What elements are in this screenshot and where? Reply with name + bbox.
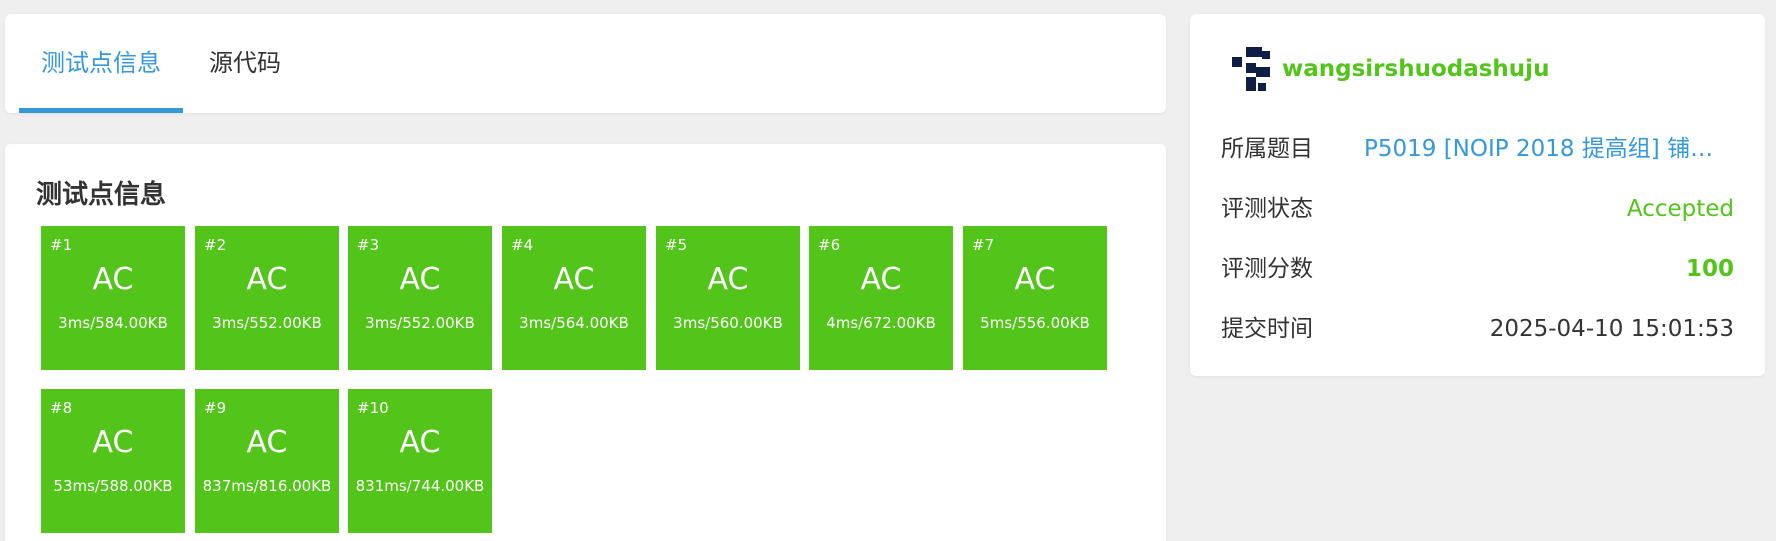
status-value: Accepted [1626, 196, 1734, 222]
testcase-number: #8 [50, 399, 73, 417]
testcase-tile[interactable]: #4 AC 3ms/564.00KB [502, 226, 646, 370]
info-row-submit-time: 提交时间 2025-04-10 15:01:53 [1221, 309, 1734, 349]
submit-time-value: 2025-04-10 15:01:53 [1489, 316, 1734, 342]
testcase-number: #1 [50, 236, 73, 254]
testcases-title: 测试点信息 [36, 180, 167, 210]
testcase-tile[interactable]: #2 AC 3ms/552.00KB [195, 226, 339, 370]
testcase-status: AC [246, 425, 288, 460]
problem-label: 所属题目 [1221, 136, 1313, 162]
tab-source-code[interactable]: 源代码 [209, 14, 281, 113]
testcase-time-memory: 837ms/816.00KB [202, 477, 332, 495]
testcase-status: AC [553, 262, 595, 297]
testcase-tile[interactable]: #1 AC 3ms/584.00KB [41, 226, 185, 370]
testcase-number: #4 [511, 236, 534, 254]
username-link[interactable]: wangsirshuodashuju [1282, 56, 1549, 82]
status-label: 评测状态 [1221, 196, 1313, 222]
testcase-time-memory: 3ms/552.00KB [365, 314, 475, 332]
testcase-tile[interactable]: #7 AC 5ms/556.00KB [963, 226, 1107, 370]
testcase-status: AC [399, 425, 441, 460]
testcase-time-memory: 3ms/564.00KB [519, 314, 629, 332]
testcase-status: AC [860, 262, 902, 297]
score-value: 100 [1685, 256, 1734, 282]
testcase-number: #10 [357, 399, 389, 417]
submission-page: 测试点信息 源代码 测试点信息 #1 AC 3ms/584.00KB #2 AC… [0, 0, 1776, 541]
avatar-icon [1232, 47, 1270, 91]
testcase-time-memory: 3ms/552.00KB [212, 314, 322, 332]
testcase-status: AC [1014, 262, 1056, 297]
testcase-number: #5 [665, 236, 688, 254]
submission-info-panel: wangsirshuodashuju 所属题目 P5019 [NOIP 2018… [1190, 14, 1765, 376]
testcases-panel: 测试点信息 #1 AC 3ms/584.00KB #2 AC 3ms/552.0… [5, 144, 1166, 541]
testcase-status: AC [399, 262, 441, 297]
testcase-number: #6 [818, 236, 841, 254]
score-label: 评测分数 [1221, 256, 1313, 282]
testcase-tile[interactable]: #8 AC 53ms/588.00KB [41, 389, 185, 533]
testcase-number: #2 [204, 236, 227, 254]
info-row-status: 评测状态 Accepted [1221, 189, 1734, 229]
testcase-tile[interactable]: #5 AC 3ms/560.00KB [656, 226, 800, 370]
testcase-tile[interactable]: #9 AC 837ms/816.00KB [195, 389, 339, 533]
testcase-time-memory: 53ms/588.00KB [53, 477, 173, 495]
testcase-time-memory: 3ms/584.00KB [58, 314, 168, 332]
testcase-status: AC [92, 425, 134, 460]
testcase-tile[interactable]: #6 AC 4ms/672.00KB [809, 226, 953, 370]
info-row-problem: 所属题目 P5019 [NOIP 2018 提高组] 铺设... [1221, 129, 1734, 169]
testcase-status: AC [707, 262, 749, 297]
user-badge[interactable]: wangsirshuodashuju [1232, 44, 1549, 94]
testcase-tile[interactable]: #10 AC 831ms/744.00KB [348, 389, 492, 533]
testcase-time-memory: 4ms/672.00KB [826, 314, 936, 332]
testcase-number: #9 [204, 399, 227, 417]
info-row-score: 评测分数 100 [1221, 249, 1734, 289]
testcase-number: #7 [972, 236, 995, 254]
testcase-status: AC [92, 262, 134, 297]
submit-time-label: 提交时间 [1221, 316, 1313, 342]
testcase-time-memory: 831ms/744.00KB [355, 477, 485, 495]
testcase-status: AC [246, 262, 288, 297]
testcase-tile[interactable]: #3 AC 3ms/552.00KB [348, 226, 492, 370]
testcase-time-memory: 3ms/560.00KB [673, 314, 783, 332]
tab-testcases[interactable]: 测试点信息 [19, 14, 183, 113]
testcase-time-memory: 5ms/556.00KB [980, 314, 1090, 332]
tab-bar: 测试点信息 源代码 [5, 14, 1166, 113]
testcase-number: #3 [357, 236, 380, 254]
problem-link[interactable]: P5019 [NOIP 2018 提高组] 铺设... [1364, 129, 1734, 169]
